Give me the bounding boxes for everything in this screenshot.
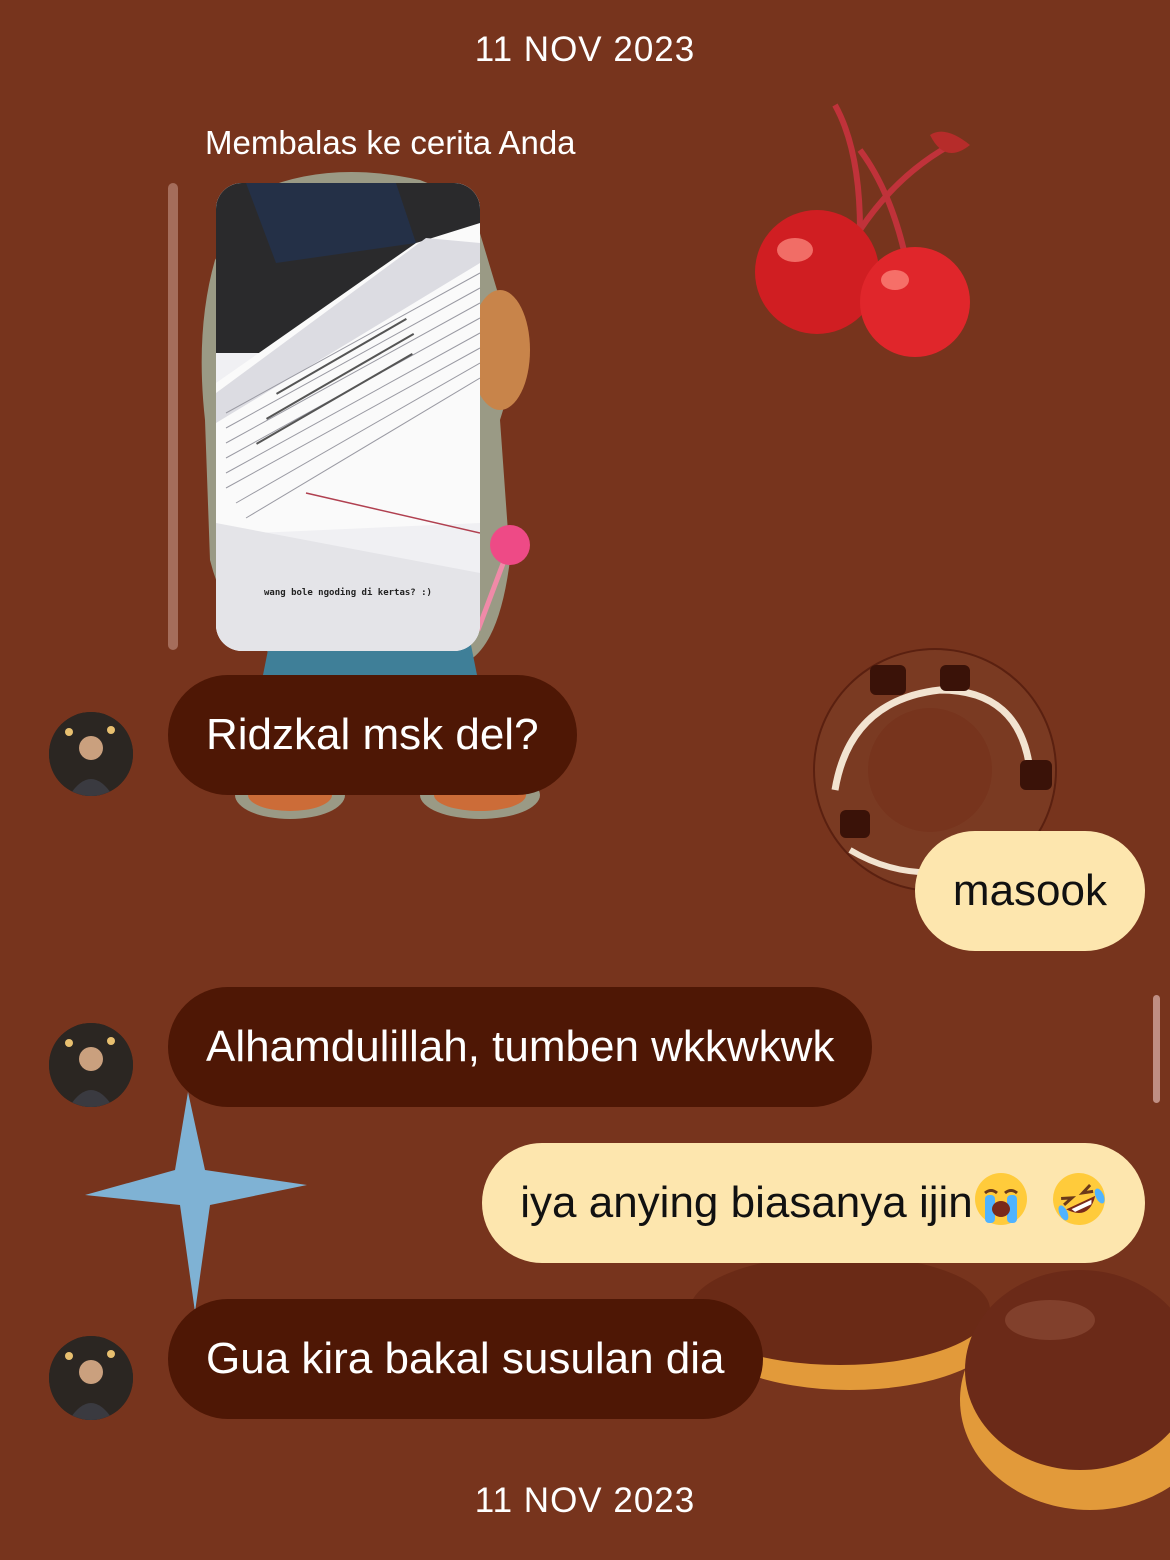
cherry-sticker	[755, 103, 970, 357]
avatar-photo	[49, 712, 133, 796]
chocolate-donut-sticker	[690, 1255, 1170, 1510]
avatar[interactable]	[49, 1023, 133, 1107]
message-text: iya anying biasanya ijin	[520, 1178, 973, 1227]
date-separator: 11 NOV 2023	[474, 1481, 696, 1520]
date-separator: 11 NOV 2023	[474, 30, 696, 69]
incoming-message-bubble[interactable]: Gua kira bakal susulan dia	[168, 1299, 763, 1419]
avatar[interactable]	[49, 1336, 133, 1420]
story-image	[216, 183, 480, 651]
outgoing-message-bubble[interactable]: masook	[914, 831, 1145, 951]
star-sticker	[85, 1092, 307, 1312]
scrollbar[interactable]	[1153, 995, 1160, 1103]
avatar-photo	[49, 1023, 133, 1107]
story-thumbnail[interactable]: wang bole ngoding di kertas? :)	[216, 183, 480, 651]
reply-to-story-label: Membalas ke cerita Anda	[205, 124, 576, 161]
incoming-message-bubble[interactable]: Alhamdulillah, tumben wkkwkwk	[168, 987, 873, 1107]
loudly-crying-face-icon	[974, 1173, 1027, 1225]
rolling-on-floor-laughing-icon	[1053, 1173, 1105, 1225]
avatar[interactable]	[49, 712, 133, 796]
incoming-message-bubble[interactable]: Ridzkal msk del?	[168, 675, 577, 795]
outgoing-message-bubble[interactable]: iya anying biasanya ijin	[482, 1143, 1145, 1263]
story-caption: wang bole ngoding di kertas? :)	[264, 588, 432, 598]
reply-quote-bar	[168, 183, 178, 650]
avatar-photo	[49, 1336, 133, 1420]
